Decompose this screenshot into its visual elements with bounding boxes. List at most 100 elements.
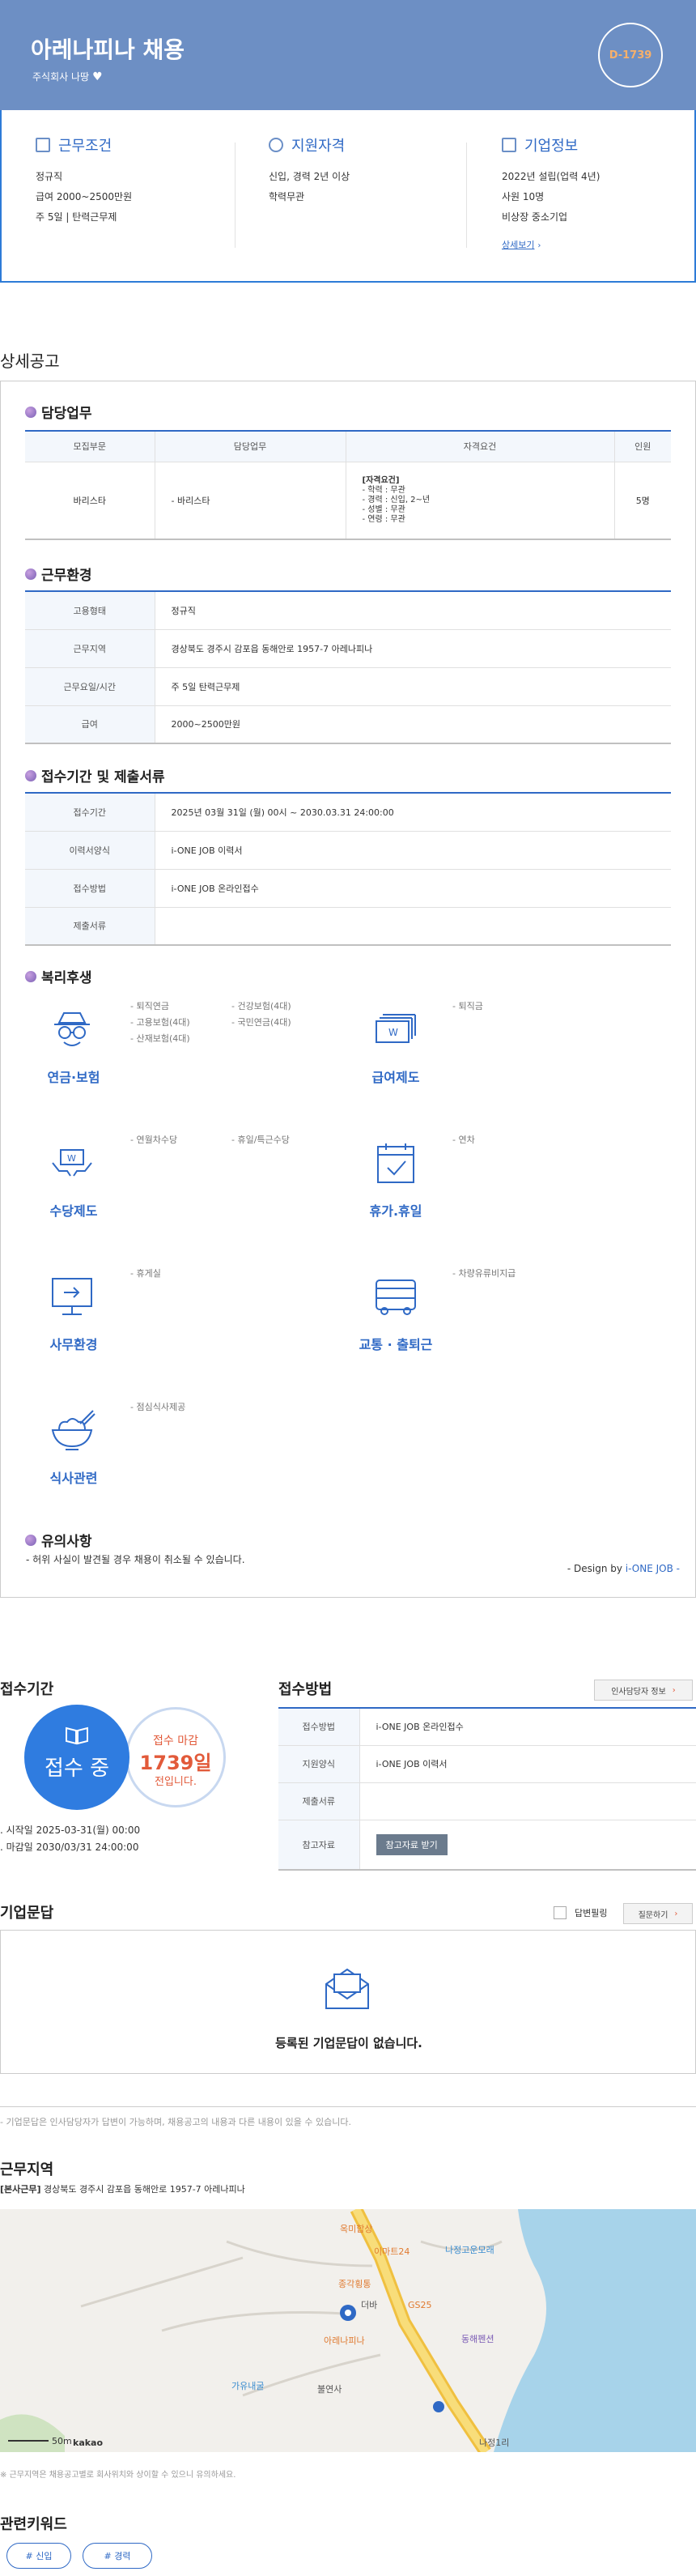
duties-dept: 바리스타 bbox=[25, 462, 155, 540]
heart-icon[interactable]: ♥ bbox=[92, 70, 103, 83]
location-tag: [본사근무] bbox=[0, 2184, 41, 2195]
company-name[interactable]: 주식회사 나땅 bbox=[32, 71, 89, 83]
welfare-label: 수당제도 bbox=[49, 1203, 98, 1219]
duties-header: 자격요건 bbox=[346, 430, 615, 462]
env-value: 2000~2500만원 bbox=[155, 705, 671, 744]
end-date: . 마감일 2030/03/31 24:00:00 bbox=[0, 1842, 139, 1853]
app-label: 접수기간 bbox=[25, 792, 155, 832]
detail-panel: 담당업무 모집부문 담당업무 자격요건 인원 바리스타 - 바리스타 [자격요건… bbox=[0, 381, 696, 1598]
req-line: - 연령 : 무관 bbox=[362, 514, 405, 524]
apply-method-title: 접수방법 bbox=[278, 1681, 333, 1698]
welfare-item: - 건강보험(4대) bbox=[231, 1001, 291, 1011]
location-map[interactable]: 옥미합상 이마트24 나정고운모래 종각횡통 GS25 더바 동해펜션 아레나피… bbox=[0, 2209, 696, 2452]
company-info-line: 사원 10명 bbox=[502, 191, 545, 202]
ask-question-button[interactable]: 질문하기 › bbox=[623, 1903, 693, 1924]
qa-footnote: - 기업문답은 인사담당자가 답변이 가능하며, 채용공고의 내용과 다른 내용… bbox=[0, 2106, 696, 2128]
bullet-icon bbox=[25, 568, 36, 580]
application-table: 접수기간 2025년 03월 31일 (월) 00시 ~ 2030.03.31 2… bbox=[25, 792, 671, 946]
map-label: 아레나피나 bbox=[324, 2335, 365, 2346]
deadline-label: 접수 마감 bbox=[153, 1735, 198, 1748]
monitor-icon bbox=[52, 1278, 92, 1315]
answered-checkbox[interactable] bbox=[554, 1906, 567, 1919]
pension-icon bbox=[54, 1012, 90, 1046]
map-label: 더바 bbox=[361, 2300, 377, 2310]
map-brand: kakao bbox=[73, 2438, 103, 2448]
work-conditions-line: 급여 2000~2500만원 bbox=[36, 191, 133, 202]
hr-info-button[interactable]: 인사담당자 정보 › bbox=[594, 1680, 693, 1701]
method-label: 참고자료 bbox=[278, 1820, 360, 1871]
keywords-title: 관련키워드 bbox=[0, 2516, 67, 2533]
welfare-items: - 점심식사제공 bbox=[130, 1399, 185, 1416]
welfare-title: 복리후생 bbox=[41, 970, 92, 986]
company-info-line: 비상장 중소기업 bbox=[502, 211, 568, 223]
duties-title: 담당업무 bbox=[41, 406, 92, 422]
method-label: 접수방법 bbox=[278, 1707, 360, 1746]
welfare-item: - 산재보험(4대) bbox=[130, 1033, 190, 1044]
duties-header: 담당업무 bbox=[155, 430, 346, 462]
status-text: 접수 중 bbox=[44, 1756, 110, 1781]
duties-requirements: [자격요건] - 학력 : 무관 - 경력 : 신입, 2~년 - 성별 : 무… bbox=[346, 462, 615, 540]
company-detail-link[interactable]: 상세보기 bbox=[502, 240, 534, 250]
qa-title: 기업문답 bbox=[0, 1905, 54, 1922]
chevron-right-icon: › bbox=[672, 1685, 676, 1695]
location-footnote: ※ 근무지역은 채용공고별로 회사위치와 상이할 수 있으니 유의하세요. bbox=[0, 2471, 236, 2480]
location-title: 근무지역 bbox=[0, 2161, 54, 2178]
notice-heading: 유의사항 bbox=[25, 1530, 92, 1550]
salary-icon: W bbox=[376, 1014, 416, 1043]
answered-filter[interactable]: 답변필링 bbox=[554, 1906, 607, 1919]
qualifications: 지원자격 신입, 경력 2년 이상 학력무관 bbox=[269, 134, 350, 203]
welfare-items: - 연차 bbox=[452, 1132, 475, 1148]
welfare-item: - 휴게실 bbox=[130, 1268, 161, 1279]
duties-heading: 담당업무 bbox=[25, 402, 92, 422]
welfare-items: - 퇴직연금 - 고용보험(4대) - 산재보험(4대) bbox=[130, 998, 190, 1047]
building-icon bbox=[502, 138, 516, 152]
end-date-text: 마감일 2030/03/31 24:00:00 bbox=[6, 1842, 139, 1853]
env-value: 정규직 bbox=[155, 590, 671, 630]
qa-empty-message: 등록된 기업문답이 없습니다. bbox=[275, 2036, 422, 2050]
reference-download-button[interactable]: 참고자료 받기 bbox=[376, 1833, 448, 1855]
keyword-tag[interactable]: # 신입 bbox=[6, 2543, 71, 2569]
deadline-days: 1739일 bbox=[139, 1752, 212, 1774]
method-value bbox=[359, 1782, 696, 1820]
method-label: 지원양식 bbox=[278, 1745, 360, 1783]
meal-icon bbox=[51, 1410, 95, 1450]
job-summary: 근무조건 정규직 급여 2000~2500만원 주 5일 | 탄력근무제 지원자… bbox=[0, 110, 696, 283]
duties-header: 인원 bbox=[614, 430, 671, 462]
design-prefix: - Design by bbox=[567, 1563, 622, 1574]
company-info-title: 기업정보 bbox=[524, 138, 579, 155]
work-conditions: 근무조건 정규직 급여 2000~2500만원 주 5일 | 탄력근무제 bbox=[36, 134, 132, 224]
start-date: . 시작일 2025-03-31(월) 00:00 bbox=[0, 1824, 141, 1836]
notice-text: - 허위 사실이 발견될 경우 채용이 취소될 수 있습니다. bbox=[26, 1554, 245, 1565]
duties-task: - 바리스타 bbox=[155, 462, 346, 540]
keyword-tag[interactable]: # 경력 bbox=[83, 2543, 152, 2569]
work-conditions-line: 정규직 bbox=[36, 171, 63, 182]
welfare-label: 연금·보험 bbox=[47, 1070, 100, 1085]
apply-dates: . 시작일 2025-03-31(월) 00:00 . 마감일 2030/03/… bbox=[0, 1822, 140, 1856]
welfare-label: 교통 · 출퇴근 bbox=[359, 1337, 433, 1352]
app-value: i-ONE JOB 이력서 bbox=[155, 831, 671, 870]
req-line: - 경력 : 신입, 2~년 bbox=[362, 495, 431, 505]
detail-section-title: 상세공고 bbox=[0, 351, 60, 371]
bullet-icon bbox=[25, 1534, 36, 1546]
job-title: 아레나피나 채용 bbox=[31, 36, 185, 63]
company-info: 기업정보 2022년 설립(업력 4년) 사원 10명 비상장 중소기업 상세보… bbox=[502, 134, 600, 253]
deadline-suffix: 전입니다. bbox=[155, 1776, 197, 1788]
dday-badge: D-1739 bbox=[598, 23, 663, 87]
welfare-item: - 퇴직연금 bbox=[130, 1001, 169, 1011]
env-label: 근무요일/시간 bbox=[25, 667, 155, 706]
start-date-text: 시작일 2025-03-31(월) 00:00 bbox=[6, 1824, 141, 1836]
welfare-items: - 건강보험(4대) - 국민연금(4대) bbox=[231, 998, 291, 1031]
job-header: 아레나피나 채용 주식회사 나땅 ♥ D-1739 bbox=[0, 0, 696, 110]
welfare-label: 식사관련 bbox=[49, 1471, 98, 1486]
welfare-label: 급여제도 bbox=[371, 1070, 420, 1085]
welfare-items: - 차량유류비지급 bbox=[452, 1266, 516, 1282]
divider bbox=[235, 143, 236, 248]
allowance-icon: W bbox=[52, 1149, 92, 1177]
env-label: 고용형태 bbox=[25, 590, 155, 630]
book-icon bbox=[66, 1727, 88, 1745]
method-value: i-ONE JOB 온라인접수 bbox=[359, 1707, 696, 1746]
qualification-line: 신입, 경력 2년 이상 bbox=[269, 171, 350, 182]
deadline-circle: 접수 마감 1739일 전입니다. bbox=[125, 1707, 226, 1807]
method-value: i-ONE JOB 이력서 bbox=[359, 1745, 696, 1783]
map-scale: 50m bbox=[52, 2436, 72, 2446]
